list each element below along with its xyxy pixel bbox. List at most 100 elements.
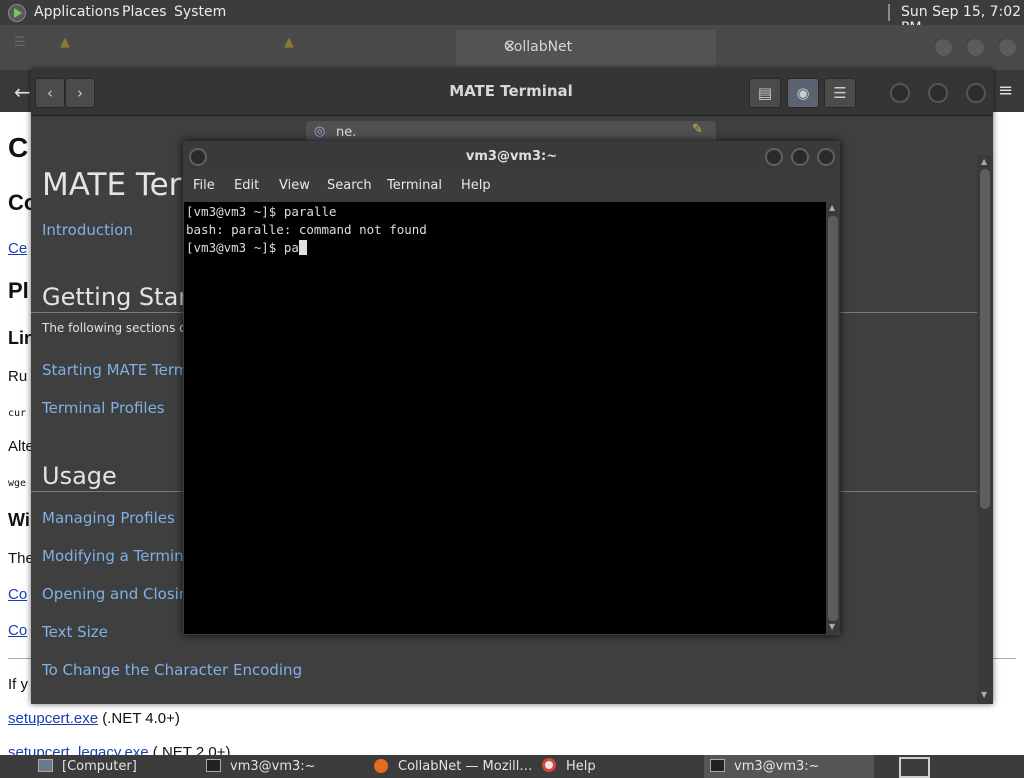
help-link-starting[interactable]: Starting MATE Term: [42, 361, 188, 379]
terminal-titlebar[interactable]: vm3@vm3:~: [183, 141, 840, 171]
terminal-menu-view[interactable]: View: [279, 178, 310, 193]
terminal-icon: [206, 759, 221, 772]
help-scrollbar[interactable]: ▲ ▼: [977, 155, 993, 704]
places-menu[interactable]: Places: [122, 4, 167, 20]
help-back-button[interactable]: ‹: [35, 78, 65, 108]
firefox-icon: [374, 759, 388, 773]
terminal-prompt-text: [vm3@vm3 ~]$ pa: [186, 240, 299, 255]
help-title: MATE Terminal: [449, 82, 573, 100]
setupcert-link[interactable]: setupcert.exe: [8, 710, 98, 727]
page-link[interactable]: Co: [8, 622, 27, 639]
clear-broom-icon[interactable]: ✎: [692, 122, 703, 137]
page-download-line-1: setupcert.exe (.NET 4.0+): [8, 710, 180, 727]
help-section-text: The following sections de: [42, 321, 195, 335]
terminal-output[interactable]: [vm3@vm3 ~]$ paralle bash: paralle: comm…: [184, 202, 826, 634]
terminal-icon: [710, 759, 725, 772]
page-code: cur: [8, 408, 27, 419]
panel-separator: [888, 4, 890, 21]
terminal-title: vm3@vm3:~: [465, 149, 558, 164]
scroll-down-icon[interactable]: ▼: [981, 690, 987, 699]
page-heading-3: Pl: [8, 278, 29, 303]
taskbar-label: Help: [566, 759, 596, 774]
terminal-minimize-button[interactable]: [765, 148, 783, 166]
scroll-up-icon[interactable]: ▲: [829, 203, 835, 212]
text-cursor: [298, 240, 307, 255]
page-heading-1: C: [8, 132, 29, 163]
scroll-up-icon[interactable]: ▲: [981, 157, 987, 166]
top-panel: Applications Places System Sun Sep 15, 7…: [0, 0, 1024, 36]
page-link[interactable]: Ce: [8, 240, 27, 257]
terminal-line: [vm3@vm3 ~]$ paralle: [186, 204, 337, 219]
help-link-managing-profiles[interactable]: Managing Profiles: [42, 509, 175, 527]
page-paragraph: Alte: [8, 438, 34, 455]
taskbar-item-terminal-2[interactable]: vm3@vm3:~: [704, 755, 874, 778]
system-menu[interactable]: System: [174, 4, 226, 20]
terminal-menu-edit[interactable]: Edit: [234, 178, 259, 193]
help-lifebuoy-icon: [542, 758, 556, 772]
workspace-switcher[interactable]: [899, 757, 930, 778]
help-link-opening-closing[interactable]: Opening and Closing: [42, 585, 198, 603]
firefox-maximize-button[interactable]: [966, 38, 985, 57]
help-minimize-button[interactable]: [890, 83, 910, 103]
page-download-line-2: setupcert_legacy.exe (.NET 2.0+): [8, 744, 230, 755]
page-code: wge: [8, 478, 27, 489]
terminal-close-button[interactable]: [817, 148, 835, 166]
page-heading-5: Wi: [8, 510, 30, 530]
taskbar-label: vm3@vm3:~: [734, 759, 820, 774]
help-bookmark-button[interactable]: ▤: [749, 78, 781, 108]
terminal-menubar: File Edit View Search Terminal Help: [183, 171, 840, 201]
terminal-prompt-line: [vm3@vm3 ~]$ pa: [186, 240, 307, 255]
help-link-profiles[interactable]: Terminal Profiles: [42, 399, 165, 417]
terminal-menu-file[interactable]: File: [193, 178, 215, 193]
help-search-value: ne.: [336, 125, 357, 140]
taskbar-label: vm3@vm3:~: [230, 759, 316, 774]
help-maximize-button[interactable]: [928, 83, 948, 103]
help-page-title: MATE Ter: [42, 167, 182, 203]
setupcert-legacy-suffix: (.NET 2.0+): [148, 744, 231, 755]
page-paragraph: The: [8, 550, 34, 567]
firefox-tab-active[interactable]: CollabNet ✕: [456, 30, 716, 66]
help-search-input[interactable]: ◎ ne. ✎: [306, 121, 716, 143]
setupcert-legacy-link[interactable]: setupcert_legacy.exe: [8, 744, 149, 755]
hamburger-menu-icon[interactable]: ≡: [998, 80, 1013, 101]
page-paragraph: Ru: [8, 368, 28, 385]
help-close-button[interactable]: [966, 83, 986, 103]
setupcert-suffix: (.NET 4.0+): [98, 710, 180, 727]
taskbar-label: CollabNet — Mozill…: [398, 759, 533, 774]
back-arrow-icon[interactable]: ←: [14, 80, 31, 104]
help-link-encoding[interactable]: To Change the Character Encoding: [42, 661, 302, 679]
computer-icon: [38, 759, 53, 772]
terminal-menu-help[interactable]: Help: [461, 178, 491, 193]
page-paragraph: If y: [8, 676, 29, 693]
help-menu-button[interactable]: ☰: [824, 78, 856, 108]
help-forward-button[interactable]: ›: [65, 78, 95, 108]
taskbar-label: [Computer]: [62, 759, 137, 774]
firefox-tab-1-favicon-icon[interactable]: ▲: [60, 35, 70, 50]
terminal-scrollbar[interactable]: ▲ ▼: [826, 202, 840, 634]
help-search-button[interactable]: ◉: [787, 78, 819, 108]
help-link-introduction[interactable]: Introduction: [42, 221, 133, 239]
bottom-panel: [Computer] vm3@vm3:~ CollabNet — Mozill……: [0, 755, 1024, 778]
help-link-modifying[interactable]: Modifying a Termina: [42, 547, 193, 565]
help-section-usage: Usage: [42, 462, 117, 490]
terminal-window: vm3@vm3:~ File Edit View Search Terminal…: [183, 141, 840, 635]
close-icon[interactable]: ✕: [504, 39, 516, 55]
applications-menu[interactable]: Applications: [34, 4, 120, 20]
scroll-down-icon[interactable]: ▼: [829, 622, 835, 631]
firefox-tab-2-favicon-icon[interactable]: ▲: [284, 35, 294, 50]
help-header-bar: ‹ › MATE Terminal ▤ ◉ ☰: [31, 69, 993, 116]
firefox-minimize-button[interactable]: [934, 38, 953, 57]
terminal-scrollbar-thumb[interactable]: [828, 216, 838, 621]
firefox-close-button[interactable]: [998, 38, 1017, 57]
terminal-maximize-button[interactable]: [791, 148, 809, 166]
mate-logo-icon[interactable]: [8, 4, 26, 22]
help-scrollbar-thumb[interactable]: [980, 169, 990, 509]
terminal-line: bash: paralle: command not found: [186, 222, 427, 237]
help-section-getting-started: Getting Star: [42, 283, 189, 311]
page-link[interactable]: Co: [8, 586, 27, 603]
search-icon: ◎: [314, 124, 326, 139]
firefox-sidebar-icon: ☰: [14, 35, 26, 50]
terminal-menu-terminal[interactable]: Terminal: [387, 178, 442, 193]
help-link-text-size[interactable]: Text Size: [42, 623, 108, 641]
terminal-menu-search[interactable]: Search: [327, 178, 372, 193]
